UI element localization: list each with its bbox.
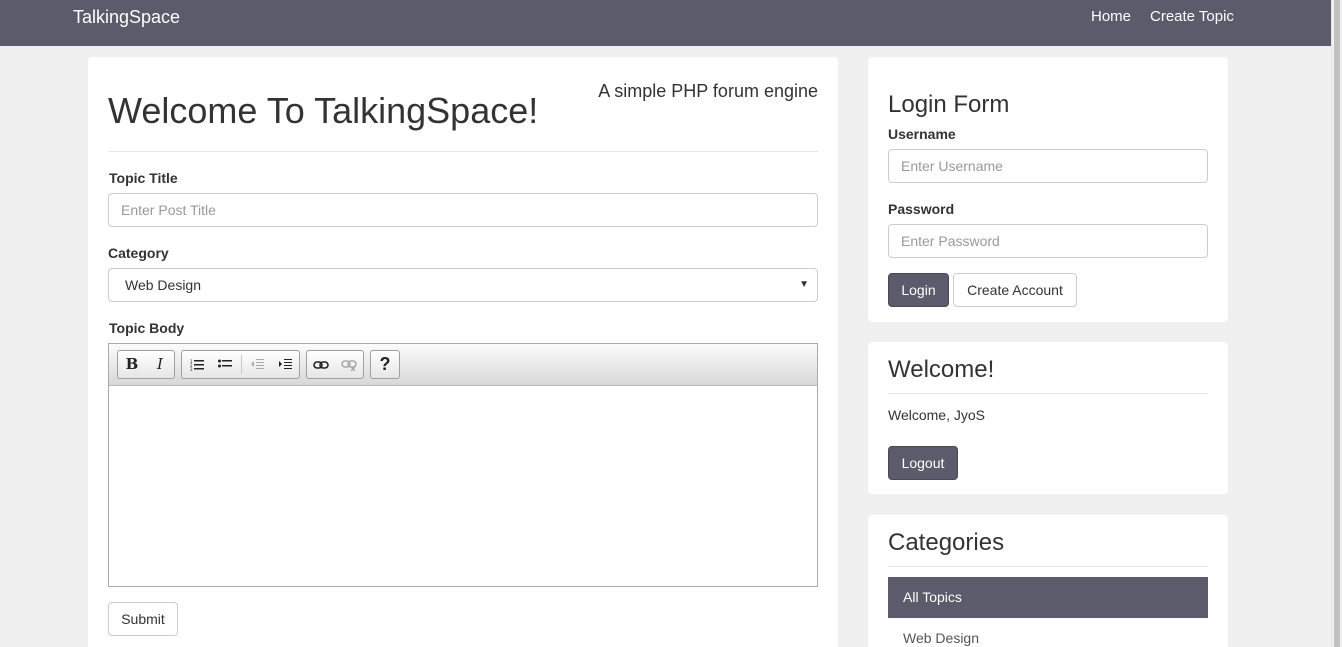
nav-home-link[interactable]: Home <box>1091 8 1131 25</box>
editor-text-area[interactable] <box>109 387 817 586</box>
welcome-panel: Welcome! Welcome, JyoS Logout <box>868 342 1228 494</box>
password-input[interactable]: Enter Password <box>888 224 1208 258</box>
submit-button[interactable]: Submit <box>108 602 178 636</box>
dropdown-arrow-icon: ▼ <box>799 279 809 290</box>
welcome-title: Welcome! <box>888 356 995 383</box>
link-icon[interactable] <box>307 351 335 378</box>
outdent-icon[interactable] <box>243 351 271 378</box>
help-button-group: ? <box>370 350 400 379</box>
page-title: Welcome To TalkingSpace! <box>108 90 539 131</box>
brand-link[interactable]: TalkingSpace <box>73 7 180 28</box>
italic-button[interactable]: I <box>146 351 174 378</box>
format-button-group: B I <box>117 350 175 379</box>
topic-body-editor: B I 123 ? <box>108 343 818 587</box>
unlink-icon[interactable] <box>335 351 363 378</box>
welcome-divider <box>888 393 1208 394</box>
page-scrollbar[interactable] <box>1331 0 1342 647</box>
svg-text:3: 3 <box>190 367 193 371</box>
category-item-web-design[interactable]: Web Design <box>888 618 1208 647</box>
login-button[interactable]: Login <box>888 273 949 307</box>
site-tagline: A simple PHP forum engine <box>598 81 818 101</box>
help-button[interactable]: ? <box>371 351 399 378</box>
scrollbar-thumb[interactable] <box>1334 0 1340 647</box>
create-account-button[interactable]: Create Account <box>953 273 1077 307</box>
nav-create-topic-link[interactable]: Create Topic <box>1150 8 1234 25</box>
category-select[interactable]: Web Design ▼ <box>108 268 818 302</box>
title-divider <box>108 151 818 152</box>
ordered-list-icon[interactable]: 123 <box>183 351 211 378</box>
categories-divider <box>888 566 1208 567</box>
categories-title: Categories <box>888 529 1005 556</box>
username-label: Username <box>888 126 956 142</box>
indent-icon[interactable] <box>271 351 299 378</box>
link-button-group <box>306 350 364 379</box>
topic-title-input[interactable]: Enter Post Title <box>108 193 818 227</box>
category-label: Category <box>108 245 169 261</box>
category-item-all-topics[interactable]: All Topics <box>888 577 1208 618</box>
login-form-panel: Login Form Username Enter Username Passw… <box>868 57 1228 322</box>
topic-body-label: Topic Body <box>109 320 185 336</box>
logout-button[interactable]: Logout <box>888 446 958 480</box>
welcome-message: Welcome, JyoS <box>888 407 985 423</box>
username-input[interactable]: Enter Username <box>888 149 1208 183</box>
categories-panel: Categories All Topics Web Design <box>868 515 1228 647</box>
top-navbar: TalkingSpace Home Create Topic <box>0 0 1342 46</box>
toolbar-separator <box>241 355 242 374</box>
unordered-list-icon[interactable] <box>211 351 239 378</box>
editor-toolbar: B I 123 ? <box>109 344 817 386</box>
password-label: Password <box>888 201 955 217</box>
topic-title-label: Topic Title <box>109 170 178 186</box>
login-form-title: Login Form <box>888 91 1010 118</box>
category-selected-value: Web Design <box>125 277 202 293</box>
list-button-group: 123 <box>181 350 300 379</box>
bold-button[interactable]: B <box>118 351 146 378</box>
create-topic-panel: A simple PHP forum engine Welcome To Tal… <box>88 57 838 647</box>
